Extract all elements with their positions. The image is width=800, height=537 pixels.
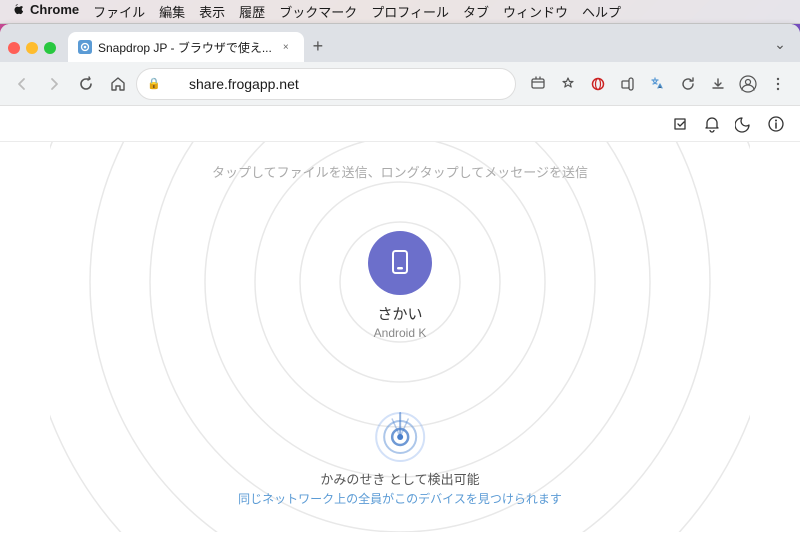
lock-icon: 🔒 [147, 77, 161, 90]
notifications-button[interactable] [700, 112, 724, 136]
menu-view[interactable]: 表示 [199, 2, 225, 21]
address-actions [524, 70, 792, 98]
bell-icon [703, 115, 721, 133]
opera-icon [590, 76, 606, 92]
menu-edit[interactable]: 編集 [159, 2, 185, 21]
profile-icon [739, 75, 757, 93]
menu-bar-items[interactable]: Chrome ファイル 編集 表示 履歴 ブックマーク プロフィール タブ ウィ… [30, 2, 621, 21]
tab-favicon-icon [78, 40, 92, 54]
window-controls [8, 42, 56, 62]
extensions-icon [620, 76, 636, 92]
opera-button[interactable] [584, 70, 612, 98]
info-icon [767, 115, 785, 133]
menu-app-name[interactable]: Chrome [30, 2, 79, 21]
local-device-name: かみのせき として検出可能 [320, 469, 479, 488]
radar-icon [372, 409, 428, 465]
forward-button[interactable] [40, 70, 68, 98]
menu-profile[interactable]: プロフィール [371, 2, 449, 21]
address-bar: 🔒 share.frogapp.net [0, 62, 800, 106]
menu-history[interactable]: 履歴 [239, 2, 265, 21]
home-icon [110, 76, 126, 92]
reload-icon [78, 76, 94, 92]
device-name: さかい [377, 303, 422, 324]
tab-search-icon [530, 76, 546, 92]
address-input[interactable]: 🔒 share.frogapp.net [136, 68, 516, 100]
apple-logo-icon [8, 4, 24, 20]
url-text: share.frogapp.net [189, 76, 299, 92]
tab-bar: Snapdrop JP - ブラウザで使え... × + ⌄ [0, 24, 800, 62]
info-button[interactable] [764, 112, 788, 136]
tab-close-button[interactable]: × [278, 39, 294, 55]
window-maximize-button[interactable] [44, 42, 56, 54]
more-button[interactable] [764, 70, 792, 98]
profile-button[interactable] [734, 70, 762, 98]
back-button[interactable] [8, 70, 36, 98]
local-device-desc[interactable]: 同じネットワーク上の全員がこのデバイスを見つけられます [238, 490, 562, 507]
translate-icon [650, 76, 666, 92]
menu-tab[interactable]: タブ [463, 2, 489, 21]
menu-window[interactable]: ウィンドウ [503, 2, 568, 21]
menu-file[interactable]: ファイル [93, 2, 145, 21]
rotate-button[interactable] [674, 70, 702, 98]
download-button[interactable] [704, 70, 732, 98]
moon-icon [735, 115, 753, 133]
more-icon [770, 76, 786, 92]
tab-bar-menu-button[interactable]: ⌄ [768, 32, 792, 56]
back-icon [14, 76, 30, 92]
translate-button[interactable] [644, 70, 672, 98]
window-minimize-button[interactable] [26, 42, 38, 54]
phone-icon [384, 247, 416, 279]
extension-toolbar [0, 106, 800, 142]
page-content: タップしてファイルを送信、ロングタップしてメッセージを送信 さかい Androi… [0, 142, 800, 537]
mac-menu-bar: Chrome ファイル 編集 表示 履歴 ブックマーク プロフィール タブ ウィ… [0, 0, 800, 24]
bookmark-button[interactable] [554, 70, 582, 98]
star-icon [560, 76, 576, 92]
reload-button[interactable] [72, 70, 100, 98]
forward-icon [46, 76, 62, 92]
ext-snapdrop-button[interactable] [668, 112, 692, 136]
download-icon [710, 76, 726, 92]
device-icon[interactable] [368, 231, 432, 295]
extensions-button[interactable] [614, 70, 642, 98]
local-device: かみのせき として検出可能 同じネットワーク上の全員がこのデバイスを見つけられま… [238, 409, 562, 507]
tab-title: Snapdrop JP - ブラウザで使え... [98, 39, 272, 56]
menu-help[interactable]: ヘルプ [582, 2, 621, 21]
remote-device[interactable]: さかい Android K [368, 231, 432, 340]
dark-mode-button[interactable] [732, 112, 756, 136]
menu-bookmarks[interactable]: ブックマーク [279, 2, 357, 21]
ext-snapdrop-icon [671, 115, 689, 133]
rotate-icon [680, 76, 696, 92]
device-os: Android K [374, 326, 427, 340]
tab-bar-right: ⌄ [768, 32, 792, 62]
tab-search-button[interactable] [524, 70, 552, 98]
home-button[interactable] [104, 70, 132, 98]
chrome-window: Snapdrop JP - ブラウザで使え... × + ⌄ [0, 24, 800, 537]
window-close-button[interactable] [8, 42, 20, 54]
new-tab-button[interactable]: + [304, 32, 332, 60]
hint-text: タップしてファイルを送信、ロングタップしてメッセージを送信 [212, 162, 588, 181]
active-tab[interactable]: Snapdrop JP - ブラウザで使え... × [68, 32, 304, 62]
